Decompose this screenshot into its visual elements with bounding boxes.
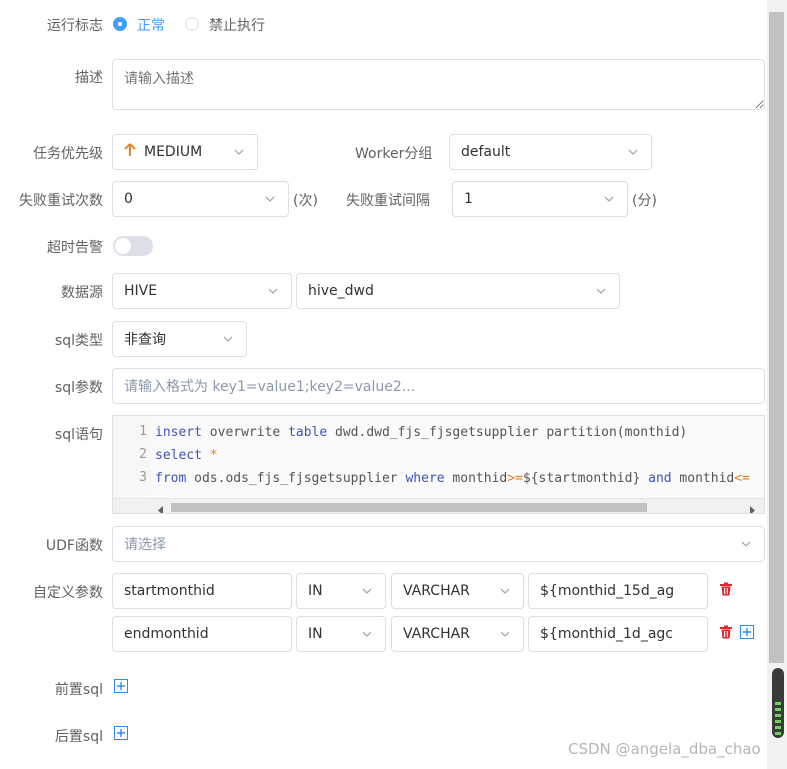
param-prop-value: endmonthid [124, 626, 209, 642]
scroll-indicator [772, 668, 784, 738]
retry-interval-unit: (分) [632, 193, 657, 209]
sql-type-label: sql类型 [54, 333, 103, 349]
chevron-down-icon [498, 584, 512, 598]
sql-params-placeholder: 请输入格式为 key1=value1;key2=value2... [124, 379, 416, 395]
delete-icon[interactable] [719, 625, 733, 639]
sql-type-select[interactable]: 非查询 [112, 321, 247, 357]
param-type-select[interactable]: VARCHAR [391, 573, 524, 609]
pre-sql-label: 前置sql [54, 682, 103, 698]
udf-placeholder: 请选择 [124, 537, 166, 553]
param-type-value: VARCHAR [403, 626, 470, 642]
datasource-label: 数据源 [61, 285, 103, 301]
chevron-down-icon [266, 284, 280, 298]
editor-code-area[interactable]: insert overwrite table dwd.dwd_fjs_fjsge… [151, 416, 764, 498]
datasource-name-select[interactable]: hive_dwd [296, 273, 620, 309]
datasource-name-value: hive_dwd [308, 283, 374, 299]
chevron-down-icon [360, 584, 374, 598]
sql-type-value: 非查询 [124, 332, 166, 348]
scroll-left-icon[interactable] [157, 503, 165, 513]
param-prop-input[interactable]: endmonthid [112, 616, 292, 652]
worker-group-value: default [461, 144, 511, 160]
priority-value: MEDIUM [144, 144, 203, 160]
radio-forbidden[interactable] [185, 17, 199, 31]
retry-times-select[interactable]: 0 [112, 181, 289, 217]
param-direct-value: IN [308, 583, 323, 599]
datasource-type-select[interactable]: HIVE [112, 273, 292, 309]
add-post-sql-icon[interactable] [114, 726, 128, 740]
timeout-alarm-switch[interactable] [113, 236, 153, 256]
priority-select[interactable]: MEDIUM [112, 134, 258, 170]
chevron-down-icon [360, 627, 374, 641]
param-type-select[interactable]: VARCHAR [391, 616, 524, 652]
udf-label: UDF函数 [45, 538, 103, 554]
code-line-3: from ods.ods_fjs_fjsgetsupplier where mo… [155, 471, 750, 486]
chevron-down-icon [594, 284, 608, 298]
chevron-down-icon [221, 332, 235, 346]
retry-times-value: 0 [124, 191, 133, 207]
retry-times-label: 失败重试次数 [19, 193, 103, 209]
post-sql-label: 后置sql [54, 729, 103, 745]
datasource-type-value: HIVE [124, 283, 158, 299]
description-label: 描述 [75, 70, 103, 86]
chevron-down-icon [232, 145, 246, 159]
chevron-down-icon [498, 627, 512, 641]
line-number: 3 [139, 470, 147, 485]
retry-interval-select[interactable]: 1 [452, 181, 628, 217]
line-number: 2 [139, 447, 147, 462]
chevron-down-icon [263, 192, 277, 206]
line-number: 1 [139, 424, 147, 439]
radio-forbidden-label[interactable]: 禁止执行 [209, 15, 265, 35]
param-direct-value: IN [308, 626, 323, 642]
sql-statement-label: sql语句 [54, 427, 103, 443]
sql-code-editor[interactable]: 1 2 3 insert overwrite table dwd.dwd_fjs… [112, 415, 765, 514]
param-direct-select[interactable]: IN [296, 616, 386, 652]
retry-times-unit: (次) [293, 193, 318, 209]
arrow-up-icon [124, 143, 138, 161]
sql-params-input[interactable]: 请输入格式为 key1=value1;key2=value2... [112, 368, 765, 404]
chevron-down-icon [602, 192, 616, 206]
sql-params-label: sql参数 [54, 380, 103, 396]
chevron-down-icon [626, 145, 640, 159]
code-line-2: select * [155, 448, 218, 463]
timeout-alarm-label: 超时告警 [47, 240, 103, 256]
param-direct-select[interactable]: IN [296, 573, 386, 609]
retry-interval-label: 失败重试间隔 [346, 193, 430, 209]
param-value-value: ${monthid_1d_agc [540, 626, 673, 642]
retry-interval-value: 1 [464, 191, 473, 207]
custom-params-label: 自定义参数 [33, 585, 103, 601]
param-value-input[interactable]: ${monthid_15d_ag [528, 573, 708, 609]
priority-label: 任务优先级 [33, 146, 103, 162]
chevron-down-icon [739, 537, 753, 551]
add-pre-sql-icon[interactable] [114, 679, 128, 693]
add-param-icon[interactable] [740, 625, 754, 639]
radio-normal[interactable] [113, 17, 127, 31]
param-value-input[interactable]: ${monthid_1d_agc [528, 616, 708, 652]
description-textarea[interactable] [112, 59, 765, 110]
code-line-1: insert overwrite table dwd.dwd_fjs_fjsge… [155, 425, 688, 440]
page-scroll-thumb[interactable] [769, 12, 784, 663]
param-type-value: VARCHAR [403, 583, 470, 599]
worker-group-label: Worker分组 [355, 146, 433, 162]
scroll-right-icon[interactable] [748, 503, 756, 513]
worker-group-select[interactable]: default [449, 134, 652, 170]
editor-scroll-thumb[interactable] [171, 503, 647, 512]
page-scrollbar[interactable] [767, 0, 787, 769]
editor-horizontal-scrollbar[interactable] [113, 498, 764, 513]
run-flag-label: 运行标志 [47, 18, 103, 34]
param-prop-value: startmonthid [124, 583, 215, 599]
udf-select[interactable]: 请选择 [112, 526, 765, 562]
param-prop-input[interactable]: startmonthid [112, 573, 292, 609]
editor-gutter: 1 2 3 [113, 416, 152, 498]
watermark: CSDN @angela_dba_chao [568, 740, 761, 758]
delete-icon[interactable] [719, 582, 733, 596]
radio-normal-label[interactable]: 正常 [137, 15, 165, 35]
param-value-value: ${monthid_15d_ag [540, 583, 675, 599]
